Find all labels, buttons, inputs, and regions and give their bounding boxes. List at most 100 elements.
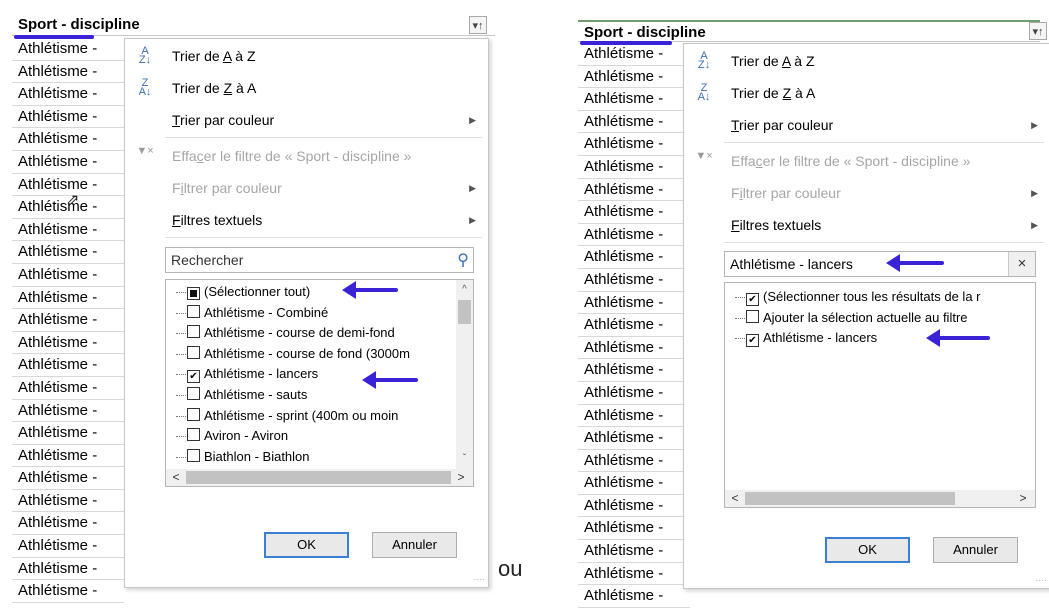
text-filters[interactable]: Filtres textuels ▶ [125,205,488,235]
list-item[interactable]: Athlétisme - Combiné [176,303,328,323]
sort-a-to-z[interactable]: A Z↓ Trier de A à Z [684,46,1049,76]
checkbox[interactable]: ✔ [187,370,200,384]
table-row[interactable]: Athlétisme - [578,540,690,563]
table-row[interactable]: Athlétisme - [12,558,124,581]
list-item[interactable]: ✔ Athlétisme - lancers [735,328,877,348]
checkbox[interactable] [187,428,200,442]
table-row[interactable]: Athlétisme - [12,580,124,603]
table-row[interactable]: Athlétisme - [578,269,690,292]
list-item[interactable]: Athlétisme - sprint (400m ou moin [176,406,398,426]
scroll-thumb[interactable] [458,300,471,324]
table-row[interactable]: Athlétisme - [12,128,124,151]
horizontal-scrollbar[interactable]: < > [166,469,473,486]
table-row[interactable]: Athlétisme - [578,427,690,450]
checkbox[interactable] [746,309,759,323]
table-row[interactable]: Athlétisme - [12,467,124,490]
table-row[interactable]: Athlétisme - [12,332,124,355]
table-row[interactable]: Athlétisme - [578,156,690,179]
table-row[interactable]: Athlétisme - [578,337,690,360]
table-row[interactable]: Athlétisme - [578,563,690,586]
table-row[interactable]: Athlétisme - [12,241,124,264]
table-row[interactable]: Athlétisme - [12,377,124,400]
table-row[interactable]: Athlétisme - [578,66,690,89]
cancel-button[interactable]: Annuler [372,532,457,558]
horizontal-scrollbar[interactable]: < > [725,490,1035,507]
sort-a-to-z[interactable]: A Z↓ Trier de A à Z [125,41,488,71]
checkbox[interactable] [187,448,200,462]
sort-z-to-a[interactable]: Z A↓ Trier de Z à A [684,78,1049,108]
list-item[interactable]: ✔ Athlétisme - lancers [176,364,318,384]
scroll-left-icon[interactable]: < [727,490,743,507]
table-row[interactable]: Athlétisme - [12,61,124,84]
table-row[interactable]: Athlétisme - [578,585,690,608]
sort-z-to-a[interactable]: Z A↓ Trier de Z à A [125,73,488,103]
cancel-button[interactable]: Annuler [933,537,1018,563]
scroll-right-icon[interactable]: > [453,469,469,486]
resize-grip-icon[interactable]: · · · · [474,575,485,584]
scroll-down-icon[interactable]: ˇ [456,451,473,467]
list-item[interactable]: Athlétisme - sauts [176,385,307,405]
table-row[interactable]: Athlétisme - [578,472,690,495]
checkbox[interactable] [187,287,200,300]
scroll-thumb[interactable] [186,471,451,484]
scroll-left-icon[interactable]: < [168,469,184,486]
table-row[interactable]: Athlétisme - [578,224,690,247]
table-row[interactable]: Athlétisme - [578,88,690,111]
table-row[interactable]: Athlétisme - [578,382,690,405]
table-row[interactable]: Athlétisme - [12,106,124,129]
filter-dropdown-icon[interactable]: ▾↑ [469,16,487,34]
table-row[interactable]: Athlétisme - [578,359,690,382]
scroll-thumb[interactable] [745,492,955,505]
list-item[interactable]: Biathlon - Biathlon [176,447,310,467]
table-row[interactable]: Athlétisme - [578,111,690,134]
table-row[interactable]: Athlétisme - [578,179,690,202]
ok-button[interactable]: OK [264,532,349,558]
table-row[interactable]: Athlétisme - [578,43,690,66]
search-input[interactable]: Athlétisme - lancers × [724,251,1036,277]
list-item[interactable]: Aviron - Aviron [176,426,288,446]
search-input[interactable]: Rechercher ⚲ [165,247,474,273]
sort-by-color[interactable]: Trier par couleur ▶ [125,105,488,135]
table-row[interactable]: Athlétisme - [578,292,690,315]
table-row[interactable]: Athlétisme - [578,450,690,473]
list-item[interactable]: Athlétisme - course de fond (3000m [176,344,410,364]
table-row[interactable]: Athlétisme - [12,264,124,287]
table-row[interactable]: Athlétisme - [12,309,124,332]
vertical-scrollbar[interactable]: ^ ˇ [456,280,473,469]
checkbox[interactable]: ✔ [746,334,759,347]
table-row[interactable]: Athlétisme - [578,517,690,541]
scroll-up-icon[interactable]: ^ [456,282,473,298]
table-row[interactable]: Athlétisme - [578,133,690,156]
table-row[interactable]: Athlétisme - [12,400,124,423]
text-filters[interactable]: Filtres textuels ▶ [684,210,1049,240]
list-item[interactable]: Ajouter la sélection actuelle au filtre [735,308,968,328]
checkbox[interactable]: ✔ [746,293,759,306]
checkbox[interactable] [187,387,200,400]
table-row[interactable]: Athlétisme - [578,201,690,224]
ok-button[interactable]: OK [825,537,910,563]
scroll-right-icon[interactable]: > [1015,490,1031,507]
table-row[interactable]: Athlétisme - [12,422,124,445]
checkbox[interactable] [187,407,200,421]
table-row[interactable]: Athlétisme - [12,445,124,468]
table-row[interactable]: Athlétisme - [12,354,124,377]
list-item[interactable]: ✔ (Sélectionner tous les résultats de la … [735,287,981,307]
table-row[interactable]: Athlétisme - [12,287,124,310]
list-item[interactable]: (Sélectionner tout) [176,282,310,302]
table-row[interactable]: Athlétisme - [12,512,124,536]
list-item[interactable]: Athlétisme - course de demi-fond [176,323,395,343]
table-row[interactable]: Athlétisme - [578,246,690,269]
table-row[interactable]: Athlétisme - [578,495,690,518]
table-row[interactable]: Athlétisme - [12,38,124,61]
clear-search-icon[interactable]: × [1008,252,1035,276]
resize-grip-icon[interactable]: · · · · [1036,576,1047,585]
table-row[interactable]: Athlétisme - [12,151,124,174]
checkbox[interactable] [187,325,200,339]
table-row[interactable]: Athlétisme - [578,405,690,428]
filter-dropdown-icon[interactable]: ▾↑ [1029,22,1047,40]
sort-by-color[interactable]: Trier par couleur ▶ [684,110,1049,140]
table-row[interactable]: Athlétisme - [12,535,124,558]
table-row[interactable]: Athlétisme - [578,314,690,337]
checkbox[interactable] [187,304,200,318]
table-row[interactable]: Athlétisme - [12,219,124,242]
